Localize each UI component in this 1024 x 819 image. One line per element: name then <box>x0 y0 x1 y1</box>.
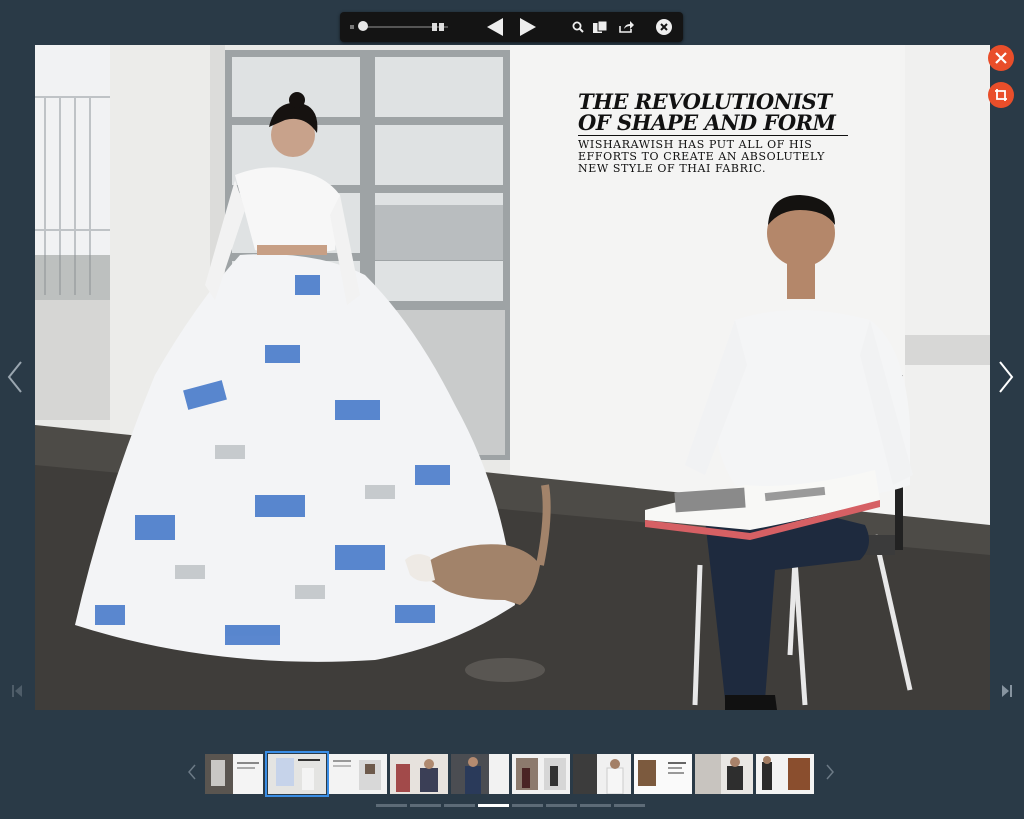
search-icon[interactable] <box>571 12 585 42</box>
thumbs-next-icon[interactable] <box>826 764 834 785</box>
thumbnail-strip <box>205 751 820 797</box>
thumbnail[interactable] <box>756 754 814 794</box>
page-dot[interactable] <box>444 804 475 807</box>
prev-page-icon[interactable] <box>485 12 505 42</box>
thumbnail[interactable] <box>695 754 753 794</box>
magazine-spread[interactable]: THE REVOLUTIONIST OF SHAPE AND FORM WISH… <box>35 45 990 710</box>
zoom-slider-handle[interactable] <box>358 21 368 31</box>
page-dot[interactable] <box>614 804 645 807</box>
viewer-toolbar <box>340 12 683 42</box>
thumbnail-active[interactable] <box>265 751 329 797</box>
page-dot[interactable] <box>512 804 543 807</box>
close-icon[interactable] <box>655 12 673 42</box>
thumbnail[interactable] <box>451 754 509 794</box>
last-page-icon[interactable] <box>1002 684 1012 702</box>
thumbnail[interactable] <box>390 754 448 794</box>
thumbnail[interactable] <box>573 754 631 794</box>
article-subhead: WISHARAWISH HAS PUT ALL OF HIS EFFORTS T… <box>578 138 826 175</box>
two-page-icon[interactable] <box>430 12 446 42</box>
chevron-left-icon[interactable] <box>7 360 23 399</box>
next-page-icon[interactable] <box>518 12 538 42</box>
page-dot[interactable] <box>580 804 611 807</box>
page-dot[interactable] <box>546 804 577 807</box>
page-dot[interactable] <box>410 804 441 807</box>
thumbnail[interactable] <box>329 754 387 794</box>
page-dot[interactable] <box>376 804 407 807</box>
page-dot-active[interactable] <box>478 804 509 807</box>
zoom-out-icon[interactable] <box>348 12 356 42</box>
thumbnail[interactable] <box>512 754 570 794</box>
article-headline-block: THE REVOLUTIONIST OF SHAPE AND FORM WISH… <box>578 91 848 175</box>
thumbnail[interactable] <box>634 754 692 794</box>
thumbnail[interactable] <box>205 754 263 794</box>
close-icon[interactable] <box>988 45 1014 71</box>
article-headline: THE REVOLUTIONIST OF SHAPE AND FORM <box>578 91 848 136</box>
chevron-right-icon[interactable] <box>998 360 1014 399</box>
thumbnails-icon[interactable] <box>592 12 608 42</box>
crop-icon[interactable] <box>988 82 1014 108</box>
thumbs-prev-icon[interactable] <box>188 764 196 785</box>
first-page-icon[interactable] <box>12 684 22 702</box>
share-icon[interactable] <box>617 12 635 42</box>
